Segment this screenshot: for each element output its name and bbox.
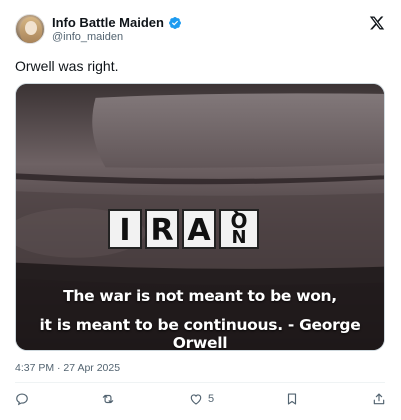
retweet-icon bbox=[101, 392, 115, 406]
author-display-name[interactable]: Info Battle Maiden bbox=[52, 15, 164, 30]
author-handle[interactable]: @info_maiden bbox=[52, 31, 123, 44]
sticker-letter-q-ripped: Q N bbox=[219, 209, 259, 249]
avatar-face bbox=[25, 21, 37, 35]
bookmark-button[interactable] bbox=[285, 390, 304, 408]
tweet-timestamp[interactable]: 4:37 PM · 27 Apr 2025 bbox=[15, 362, 120, 375]
author-name-row: Info Battle Maiden bbox=[52, 15, 182, 30]
image-caption-line-1: The war is not meant to be won, bbox=[63, 287, 337, 305]
like-button[interactable]: 5 bbox=[189, 390, 214, 408]
sticker-letter-i: I bbox=[108, 209, 142, 249]
reply-icon bbox=[15, 392, 29, 406]
image-caption-line-2: it is meant to be continuous. - George O… bbox=[39, 316, 361, 351]
sticker-letter-r: R bbox=[145, 209, 179, 249]
share-icon bbox=[372, 392, 386, 406]
tweet-text: Orwell was right. bbox=[15, 58, 119, 74]
share-button[interactable] bbox=[372, 390, 386, 408]
like-icon bbox=[189, 392, 203, 406]
sticker-letter-a: A bbox=[182, 209, 216, 249]
avatar[interactable] bbox=[15, 14, 45, 44]
action-bar: 5 bbox=[0, 390, 401, 410]
reply-button[interactable] bbox=[15, 390, 34, 408]
verified-badge-icon bbox=[168, 16, 182, 30]
bookmark-icon bbox=[285, 392, 299, 406]
retweet-button[interactable] bbox=[101, 390, 120, 408]
tweet-media-image[interactable]: I R A Q N The war is not meant to be won… bbox=[15, 83, 385, 351]
divider bbox=[15, 382, 385, 383]
like-count: 5 bbox=[208, 393, 215, 405]
tweet-card: Info Battle Maiden @info_maiden Orwell w… bbox=[0, 0, 401, 420]
x-logo-icon[interactable] bbox=[369, 15, 385, 31]
bumper-sticker: I R A Q N bbox=[108, 209, 259, 249]
